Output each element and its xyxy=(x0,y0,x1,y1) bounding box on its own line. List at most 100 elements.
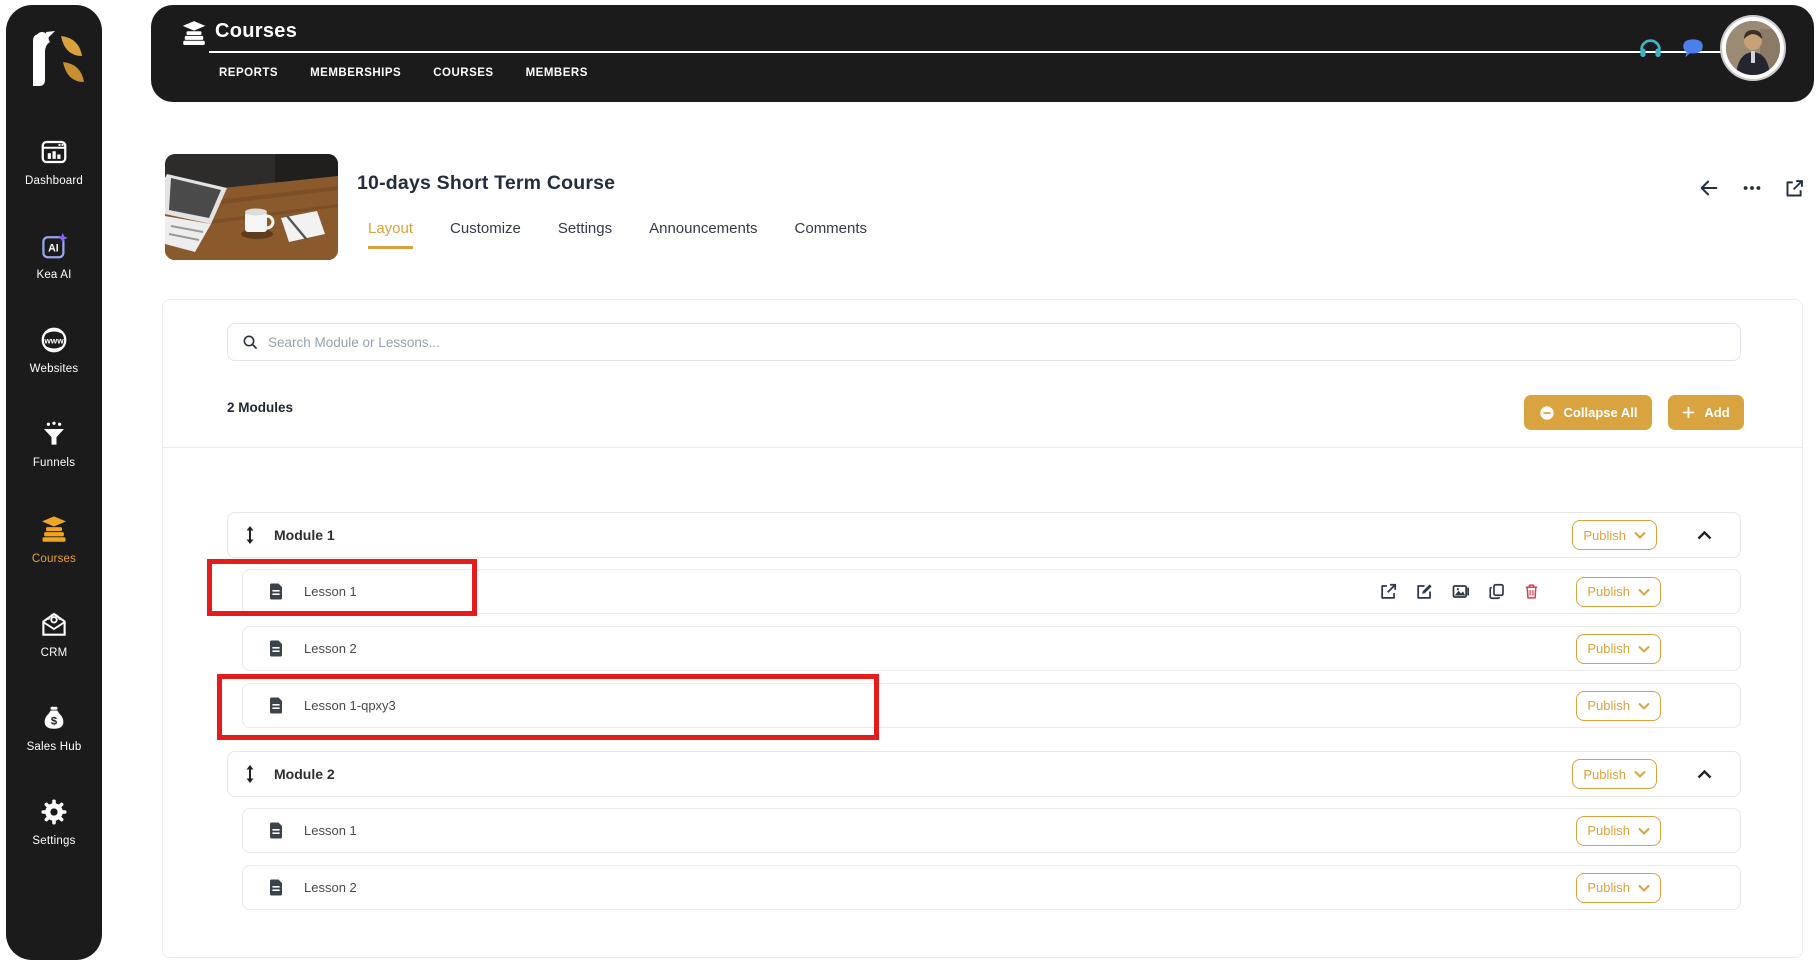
sidebar-item-label: Courses xyxy=(31,553,77,565)
lesson-document-icon xyxy=(270,583,282,600)
sidebar-item-label: Websites xyxy=(29,363,79,375)
publish-select[interactable]: Publish xyxy=(1576,872,1661,903)
svg-text:www: www xyxy=(43,337,64,346)
title-actions xyxy=(1698,177,1805,199)
sidebar-item-courses[interactable]: Courses xyxy=(6,513,102,565)
chevron-down-icon xyxy=(1634,770,1646,778)
sidebar-item-settings[interactable]: Settings xyxy=(6,797,102,847)
plus-icon xyxy=(1683,406,1695,419)
module-name: Module 1 xyxy=(274,527,335,543)
lesson-document-icon xyxy=(270,697,282,714)
sidebar-item-dashboard[interactable]: Dashboard xyxy=(6,137,102,187)
lesson-name: Lesson 2 xyxy=(304,880,357,895)
sidebar-item-websites[interactable]: www Websites xyxy=(6,325,102,375)
websites-globe-icon: www xyxy=(41,327,67,353)
sidebar-item-label: CRM xyxy=(40,647,68,659)
crm-icon xyxy=(42,612,66,636)
kea-logo[interactable] xyxy=(19,25,89,95)
publish-label: Publish xyxy=(1587,698,1630,713)
lesson-document-icon xyxy=(270,640,282,657)
tab-settings[interactable]: Settings xyxy=(558,220,612,249)
publish-select[interactable]: Publish xyxy=(1576,815,1661,846)
module-row-1: Module 1 Publish xyxy=(227,512,1741,558)
collapse-module-button[interactable] xyxy=(1697,769,1712,779)
add-label: Add xyxy=(1704,405,1730,420)
chevron-up-icon xyxy=(1697,530,1712,539)
chevron-down-icon xyxy=(1638,588,1650,596)
search-bar xyxy=(227,323,1741,361)
publish-select[interactable]: Publish xyxy=(1576,690,1661,721)
sidebar-item-kea-ai[interactable]: AI Kea AI xyxy=(6,231,102,281)
minus-circle-icon xyxy=(1539,405,1554,420)
course-thumbnail xyxy=(165,154,338,260)
sidebar-item-funnels[interactable]: Funnels xyxy=(6,419,102,469)
course-title: 10-days Short Term Course xyxy=(357,172,616,194)
nav-members[interactable]: MEMBERS xyxy=(526,67,588,79)
sidebar-item-sales-hub[interactable]: $ Sales Hub xyxy=(6,703,102,753)
collapse-all-label: Collapse All xyxy=(1563,405,1638,420)
add-button[interactable]: Add xyxy=(1668,395,1744,430)
lesson-row[interactable]: Lesson 1-qpxy3 Publish xyxy=(242,683,1741,728)
publish-label: Publish xyxy=(1587,880,1630,895)
publish-select[interactable]: Publish xyxy=(1572,520,1657,550)
user-avatar[interactable] xyxy=(1722,17,1784,79)
delete-lesson-icon[interactable] xyxy=(1523,582,1540,601)
sidebar-item-label: Kea AI xyxy=(36,269,72,281)
dashboard-icon xyxy=(41,140,67,164)
edit-lesson-icon[interactable] xyxy=(1415,582,1434,601)
tab-customize[interactable]: Customize xyxy=(450,220,521,249)
sidebar-item-label: Settings xyxy=(32,835,76,847)
publish-select[interactable]: Publish xyxy=(1576,576,1661,607)
lesson-document-icon xyxy=(270,822,282,839)
chevron-down-icon xyxy=(1638,827,1650,835)
lesson-row[interactable]: Lesson 1 Publish xyxy=(242,808,1741,853)
settings-gear-icon xyxy=(41,799,67,825)
more-options-button[interactable] xyxy=(1741,177,1763,199)
open-lesson-icon[interactable] xyxy=(1379,582,1398,601)
drag-handle-icon[interactable] xyxy=(244,525,256,545)
publish-label: Publish xyxy=(1587,641,1630,656)
chevron-up-icon xyxy=(1697,769,1712,778)
nav-memberships[interactable]: MEMBERSHIPS xyxy=(310,67,401,79)
drag-handle-icon[interactable] xyxy=(244,764,256,784)
lesson-row[interactable]: Lesson 2 Publish xyxy=(242,626,1741,671)
chevron-down-icon xyxy=(1634,531,1646,539)
back-button[interactable] xyxy=(1698,177,1720,199)
publish-select[interactable]: Publish xyxy=(1572,759,1657,789)
lesson-name: Lesson 2 xyxy=(304,641,357,656)
svg-text:$: $ xyxy=(51,715,58,727)
lesson-row[interactable]: Lesson 2 Publish xyxy=(242,865,1741,910)
publish-label: Publish xyxy=(1587,584,1630,599)
tab-announcements[interactable]: Announcements xyxy=(649,220,757,249)
modules-count: 2 Modules xyxy=(227,400,294,415)
lesson-name: Lesson 1 xyxy=(304,823,357,838)
module-row-2: Module 2 Publish xyxy=(227,751,1741,797)
kea-ai-icon: AI xyxy=(42,232,68,259)
chat-icon[interactable] xyxy=(1680,35,1706,61)
collapse-all-button[interactable]: Collapse All xyxy=(1524,395,1652,430)
money-bag-icon: $ xyxy=(44,706,64,729)
tab-layout[interactable]: Layout xyxy=(368,220,414,249)
open-external-button[interactable] xyxy=(1784,178,1805,199)
nav-courses[interactable]: COURSES xyxy=(433,67,493,79)
lesson-row[interactable]: Lesson 1 Publish xyxy=(242,569,1741,614)
top-header: Courses REPORTS MEMBERSHIPS COURSES MEMB… xyxy=(151,5,1814,102)
duplicate-lesson-icon[interactable] xyxy=(1488,582,1506,601)
search-input[interactable] xyxy=(268,334,1692,350)
card-divider xyxy=(163,447,1802,448)
header-nav: REPORTS MEMBERSHIPS COURSES MEMBERS xyxy=(219,67,588,79)
publish-label: Publish xyxy=(1587,823,1630,838)
course-tabs: Layout Customize Settings Announcements … xyxy=(368,220,867,249)
funnel-icon xyxy=(44,421,64,445)
publish-select[interactable]: Publish xyxy=(1576,633,1661,664)
collapse-module-button[interactable] xyxy=(1697,530,1712,540)
sidebar-item-label: Sales Hub xyxy=(26,741,82,753)
chevron-down-icon xyxy=(1638,645,1650,653)
sidebar-item-crm[interactable]: CRM xyxy=(6,609,102,659)
nav-reports[interactable]: REPORTS xyxy=(219,67,278,79)
tab-comments[interactable]: Comments xyxy=(795,220,868,249)
headset-icon[interactable] xyxy=(1637,35,1664,62)
lesson-actions xyxy=(1379,582,1540,601)
sidebar-item-label: Funnels xyxy=(32,457,76,469)
lesson-media-icon[interactable] xyxy=(1451,582,1471,601)
